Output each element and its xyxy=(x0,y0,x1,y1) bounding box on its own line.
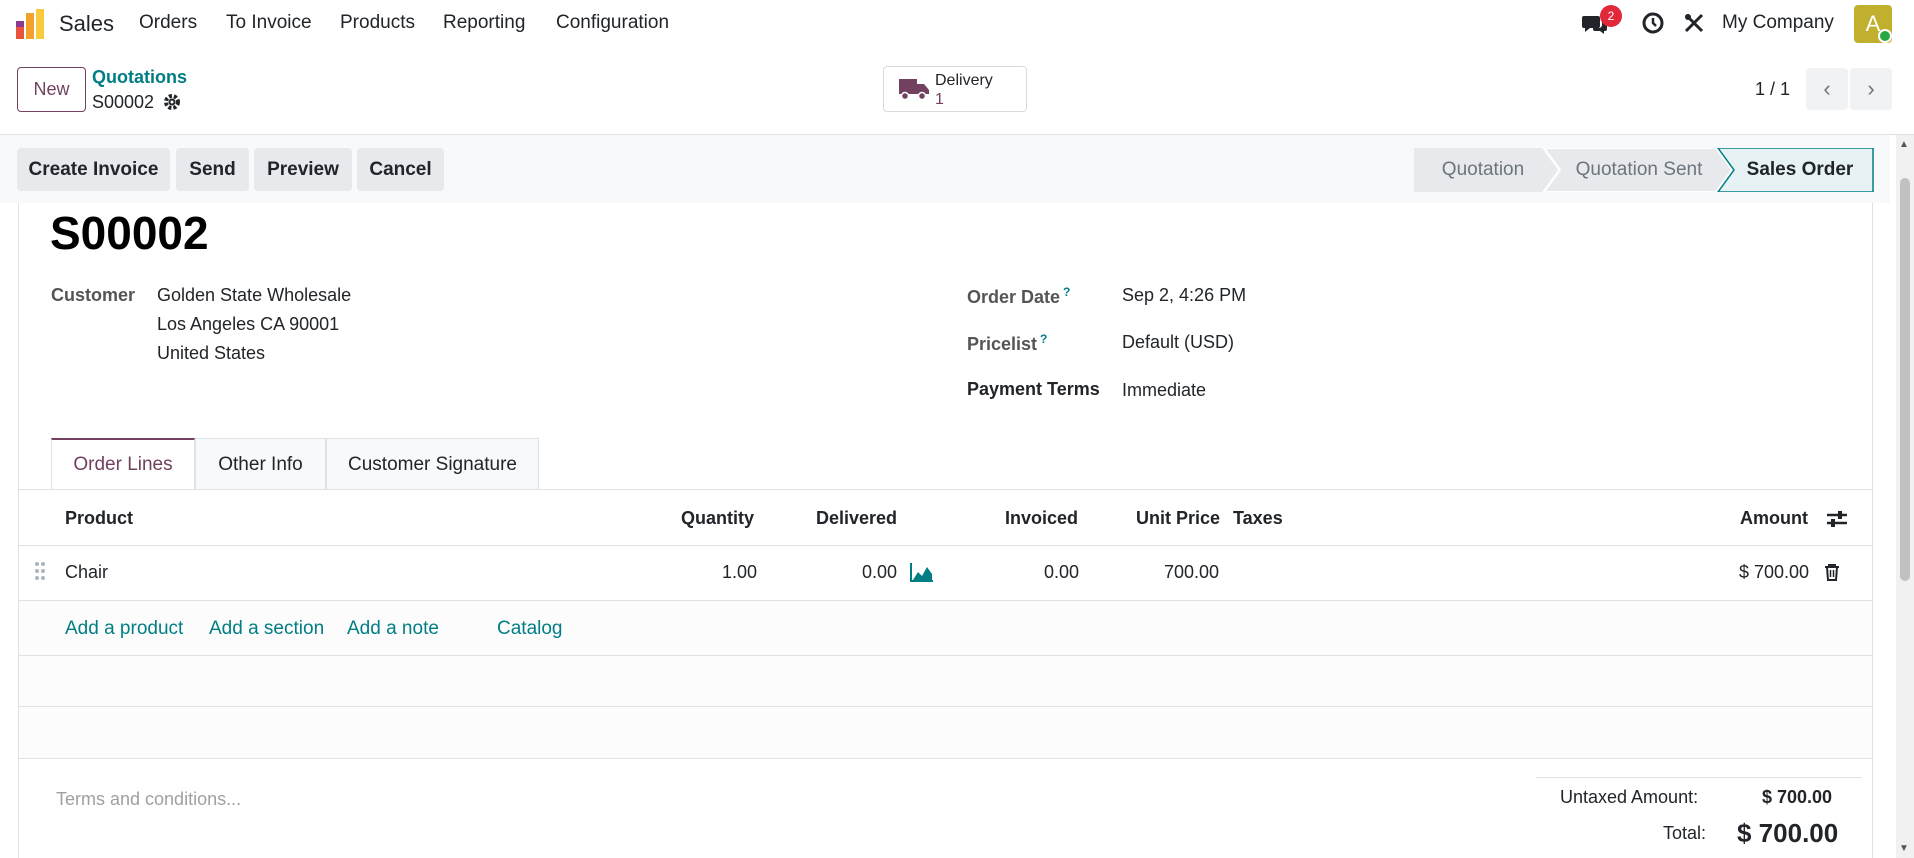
company-switcher[interactable]: My Company xyxy=(1722,12,1834,34)
customer-address-line1: Los Angeles CA 90001 xyxy=(157,314,340,334)
col-taxes[interactable]: Taxes xyxy=(1233,508,1283,529)
add-note-link[interactable]: Add a note xyxy=(347,618,439,640)
delivery-smart-button[interactable]: Delivery 1 xyxy=(883,66,1027,112)
drag-handle-icon[interactable] xyxy=(34,561,46,581)
delivery-count: 1 xyxy=(935,91,944,108)
customer-label: Customer xyxy=(51,285,136,305)
breadcrumb-current: S00002 xyxy=(92,92,155,112)
tab-order-lines[interactable]: Order Lines xyxy=(51,438,195,490)
totals-top-border xyxy=(1536,777,1862,778)
chevron-right-icon: › xyxy=(1867,76,1875,101)
tab-customer-signature[interactable]: Customer Signature xyxy=(326,438,539,490)
row-delivered[interactable]: 0.00 xyxy=(862,562,897,583)
truck-icon xyxy=(899,77,929,101)
empty-row-2-border xyxy=(18,758,1873,759)
column-settings-icon[interactable] xyxy=(1827,510,1847,528)
order-date-label-text: Order Date xyxy=(967,287,1061,307)
stage-quotation-sent[interactable]: Quotation Sent xyxy=(1560,148,1718,192)
app-name[interactable]: Sales xyxy=(59,11,114,37)
online-status-dot xyxy=(1878,29,1892,43)
row-invoiced[interactable]: 0.00 xyxy=(1044,562,1079,583)
pager-next[interactable]: › xyxy=(1850,68,1892,110)
order-date-help[interactable]: ? xyxy=(1063,285,1070,299)
pricelist-label-text: Pricelist xyxy=(967,334,1038,354)
row-quantity[interactable]: 1.00 xyxy=(722,562,757,583)
col-invoiced[interactable]: Invoiced xyxy=(1005,508,1078,529)
clock-icon[interactable] xyxy=(1642,12,1664,34)
empty-row-1 xyxy=(19,656,1872,706)
customer-address-line2: United States xyxy=(157,343,266,363)
tools-icon[interactable] xyxy=(1683,12,1705,34)
sales-app-icon[interactable] xyxy=(16,9,44,39)
row-amount: $ 700.00 xyxy=(1739,562,1810,582)
scroll-down-icon[interactable]: ▼ xyxy=(1899,843,1909,854)
pager-value[interactable]: 1 / 1 xyxy=(1755,79,1790,100)
menu-orders[interactable]: Orders xyxy=(139,12,197,34)
create-invoice-button[interactable]: Create Invoice xyxy=(17,148,170,191)
pricelist-field[interactable]: Default (USD) xyxy=(1122,332,1234,353)
total-label: Total: xyxy=(1663,823,1707,843)
scrollbar-thumb[interactable] xyxy=(1900,178,1910,581)
order-date-label: Order Date? xyxy=(967,285,1070,308)
delivery-label: Delivery xyxy=(935,72,993,89)
add-product-link[interactable]: Add a product xyxy=(65,618,183,640)
gear-icon[interactable] xyxy=(163,93,181,111)
row-unit-price[interactable]: 700.00 xyxy=(1164,562,1219,583)
menu-configuration[interactable]: Configuration xyxy=(556,12,669,34)
catalog-link[interactable]: Catalog xyxy=(497,618,563,640)
record-title: S00002 xyxy=(50,207,209,259)
payment-terms-field[interactable]: Immediate xyxy=(1122,380,1206,401)
row-product[interactable]: Chair xyxy=(65,562,108,583)
pricelist-help[interactable]: ? xyxy=(1040,332,1047,346)
breadcrumb-quotations[interactable]: Quotations xyxy=(92,67,187,88)
tab-other-info[interactable]: Other Info xyxy=(195,438,326,490)
stage-sales-order[interactable]: Sales Order xyxy=(1730,148,1870,192)
messages-badge: 2 xyxy=(1600,5,1622,27)
trash-icon[interactable] xyxy=(1824,563,1840,581)
col-quantity[interactable]: Quantity xyxy=(681,508,754,529)
menu-to-invoice[interactable]: To Invoice xyxy=(226,12,312,34)
untaxed-amount-value: $ 700.00 xyxy=(1762,787,1833,807)
total-value: $ 700.00 xyxy=(1737,818,1839,848)
col-unit-price[interactable]: Unit Price xyxy=(1136,508,1220,529)
customer-name-link[interactable]: Golden State Wholesale xyxy=(157,285,351,306)
new-button[interactable]: New xyxy=(17,67,86,112)
preview-button[interactable]: Preview xyxy=(254,148,352,191)
send-button[interactable]: Send xyxy=(176,148,249,191)
col-product[interactable]: Product xyxy=(65,508,133,529)
scroll-up-icon[interactable]: ▲ xyxy=(1899,139,1909,150)
stage-quotation[interactable]: Quotation xyxy=(1414,148,1552,192)
tabs-bottom-border xyxy=(18,489,1873,490)
col-amount[interactable]: Amount xyxy=(1740,508,1808,529)
top-navbar: Sales Orders To Invoice Products Reporti… xyxy=(0,0,1914,48)
chevron-left-icon: ‹ xyxy=(1823,76,1831,101)
pricelist-label: Pricelist? xyxy=(967,332,1047,355)
menu-products[interactable]: Products xyxy=(340,12,415,34)
payment-terms-label: Payment Terms xyxy=(967,379,1100,399)
empty-row-2 xyxy=(19,707,1872,758)
forecast-chart-icon[interactable] xyxy=(910,562,934,582)
cancel-button[interactable]: Cancel xyxy=(357,148,444,191)
untaxed-amount-label: Untaxed Amount: xyxy=(1560,787,1699,807)
col-delivered[interactable]: Delivered xyxy=(816,508,897,529)
menu-reporting[interactable]: Reporting xyxy=(443,12,525,34)
add-section-link[interactable]: Add a section xyxy=(209,618,324,640)
pager-previous[interactable]: ‹ xyxy=(1806,68,1848,110)
table-row[interactable] xyxy=(18,546,1873,600)
order-date-field[interactable]: Sep 2, 4:26 PM xyxy=(1122,285,1246,306)
terms-conditions-field[interactable]: Terms and conditions... xyxy=(56,789,241,810)
